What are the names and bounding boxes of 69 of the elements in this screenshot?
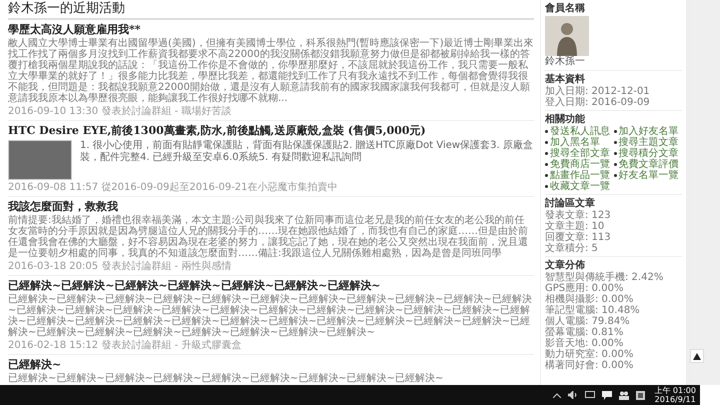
- people-icon[interactable]: [619, 390, 630, 400]
- post-body: 敝人國立大學博士畢業有出國留學過(美國)，但擁有美國博士學位，科系很熱門(暫時應該保密一下)最近博士剛畢業出來找工作找了兩個多月沒找到工作薪資我都要求不高22000的我沒關係都沒錯我願意努力做但是卻都被刷掉給我一樣的答覆打槍我兩個星期說我的話說：「我這份工作你是不會做的，你學歷那麼好，不該屈就於我這份工作，我只需要一般私立大學畢業的就好了！」很多能力比我差，學歷比我差，都還能找到工作了只有我永遠找不到工作，每個都會覺得我很不能我，但問題是：我都說我願意22000開始做，還是沒有人願意請我前有的國家我國家讓我何我都可，但就是沒人願意請我我原本以為學歷很亮眼，能夠讓我工作很好找哪不就糊...: [8, 38, 534, 104]
- stat-text: 個人電腦: 79.84%: [545, 316, 631, 327]
- triangle-up-icon: [693, 352, 701, 360]
- clock-date: 2016/9/11: [654, 395, 696, 404]
- section-heading: 討論區文章: [545, 198, 596, 210]
- stat-text: 回覆文章: 113: [545, 232, 612, 243]
- bullet-icon: [614, 152, 616, 155]
- stat-text: 文章積分: 5: [545, 243, 599, 254]
- stat-text: 構著同好會: 0.00%: [545, 360, 634, 371]
- clock-time: 上午 01:00: [654, 386, 696, 395]
- section-heading: 會員名稱: [545, 3, 586, 15]
- stat-text: GPS應用: 0.00%: [545, 283, 624, 294]
- bullet-icon: [614, 141, 616, 144]
- bullet-icon: [545, 152, 548, 155]
- bullet-icon: [545, 163, 548, 166]
- section-heading: 相關功能: [545, 114, 586, 126]
- post-title: 已經解決~: [8, 358, 62, 372]
- post-title: 我該怎麼面對，救救我: [8, 200, 119, 214]
- network-icon[interactable]: [585, 391, 596, 399]
- post-meta: 2016-02-18 15:12 發表於討論群組 - 升級式膠囊盒: [8, 340, 242, 351]
- stat-text: 智慧型與傳統手機: 2.42%: [545, 272, 664, 283]
- info-text: 加入日期: 2012-12-01: [545, 86, 651, 97]
- bullet-icon: [614, 174, 616, 177]
- function-link[interactable]: 收藏文章一覽: [550, 181, 610, 192]
- bullet-icon: [545, 174, 548, 177]
- info-text: 登入日期: 2016-09-09: [545, 97, 651, 108]
- stat-text: 影音天地: 0.00%: [545, 338, 624, 349]
- chevron-up-icon[interactable]: [553, 392, 562, 398]
- person-silhouette-icon: [555, 22, 579, 56]
- speaker-icon[interactable]: [568, 391, 578, 399]
- post-meta: 2016-03-18 20:05 發表於討論群組 - 兩性與感情: [8, 261, 232, 272]
- post-title: 學歷太高沒人願意雇用我**: [8, 23, 142, 37]
- bullet-icon: [614, 163, 616, 166]
- function-link[interactable]: 搜尋全部文章: [550, 148, 610, 159]
- function-link[interactable]: 免費文章評價: [618, 159, 678, 170]
- function-link[interactable]: 點畫作品一覽: [550, 170, 610, 181]
- function-link[interactable]: 發送私人訊息: [550, 126, 610, 137]
- post-body: 前情提要:我結婚了，婚禮也很幸福美滿，本文主題:公司與我來了位新同事而這位老兄是我的前任女友的老公我的前任女友當時的分手原因就是因為劈腿這位人兄的關我分手的……現在她跟他結婚了，而我也有自己的家庭……但是由於前任還會我會在佛的大廳盤，好不容易因為現在老婆的努力，讓我忘記了她，現在她的老公又突然出現在我面前，況且還是一位要朝夕相處的同事，我真的不知道該怎麼面對……備註:我跟這位人兄關係難相處熟，因為是曾是同班同學: [8, 215, 529, 259]
- photo-placeholder: [8, 140, 72, 180]
- post-title: HTC Desire EYE,前後1300萬畫素,防水,前後點觸,送原廠殼,盒裝 (售價5,000元): [8, 124, 427, 138]
- post-title: 已經解決~已經解決~已經解決~已經解決~已經解決~已經解決~已經解決~: [8, 279, 382, 293]
- function-link[interactable]: 免費商店一覽: [550, 159, 610, 170]
- bullet-icon: [545, 141, 548, 144]
- stat-text: 相機與攝影: 0.00%: [545, 294, 634, 305]
- post-meta: 2016-09-08 11:57 從2016-09-09起至2016-09-21在小惡魔市集拍賣中: [8, 182, 339, 193]
- post-body: 1. 很小心使用，前面有貼靜電保護貼，背面有貼保護保護貼2. 贈送HTC原廠Dot View保護套3. 原廠盒裝，配件完整4. 已經升級至安卓6.0系統5. 有疑問歡迎私訊詢問: [80, 140, 534, 165]
- stat-text: 文章主題: 10: [545, 221, 606, 232]
- section-heading: 文章分佈: [545, 260, 586, 272]
- bullet-icon: [545, 130, 548, 133]
- function-link[interactable]: 搜尋主題文章: [618, 137, 678, 148]
- function-link[interactable]: 加入黑名單: [550, 137, 600, 148]
- bullet-icon: [614, 130, 616, 133]
- stat-text: 螢幕電腦: 0.81%: [545, 327, 624, 338]
- stat-text: 動力研究室: 0.00%: [545, 349, 634, 360]
- function-link[interactable]: 搜尋積分文章: [618, 148, 678, 159]
- page-title: 鈴木孫一的近期活動: [8, 0, 534, 20]
- function-link[interactable]: 加入好友名單: [618, 126, 678, 137]
- scroll-top-button[interactable]: [690, 349, 704, 363]
- function-link[interactable]: 好友名單一覽: [618, 170, 678, 181]
- member-name: 鈴木孫一: [545, 56, 586, 68]
- post-body: 已經解決~已經解決~已經解決~已經解決~已經解決~已經解決~已經解決~已經解決~已經解決~: [8, 373, 444, 384]
- section-heading: 基本資料: [545, 74, 586, 86]
- stat-text: 筆記型電腦: 10.48%: [545, 305, 641, 316]
- message-icon[interactable]: [602, 390, 612, 400]
- bullet-icon: [545, 185, 548, 188]
- stat-text: 發表文章: 123: [545, 210, 612, 221]
- post-meta: 2016-09-10 13:30 發表於討論群組 - 職場好苦談: [8, 106, 232, 117]
- post-body: 已經解決~已經解決~已經解決~已經解決~已經解決~已經解決~已經解決~已經解決~已經解決~已經解決~已經解決~已經解決~已經解決~已經解決~已經解決~已經解決~已經解決~已經解決~已經解決~已經解決~已經解決~已經解決~已經解決~已經解決~已經解決~已經解決~已經解決~已經解決~已經解決~已經解決~已經解決~已經解決~已經解決~已經解決~已經解決~已經解決~已經解決~已經解決~已經解決~已經解決~: [8, 294, 533, 338]
